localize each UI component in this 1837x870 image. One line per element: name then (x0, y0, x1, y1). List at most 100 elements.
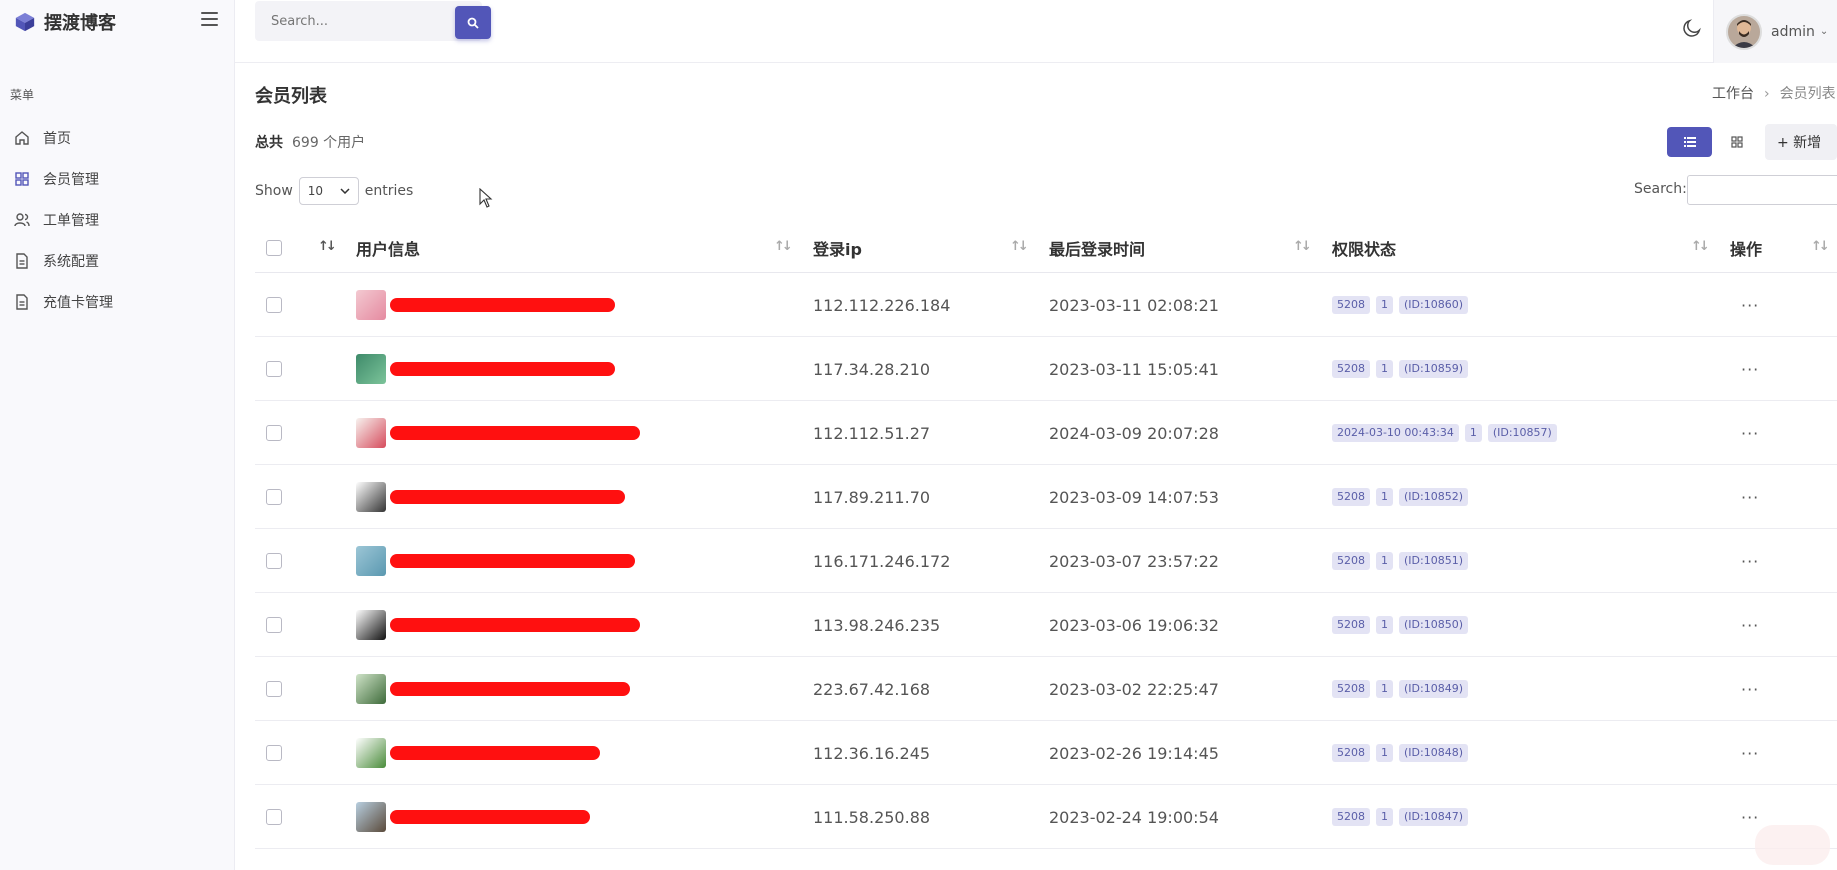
table-row[interactable]: 117.34.28.210 2023-03-11 15:05:41 5208 1 (ID… (255, 337, 1837, 401)
user-avatar (356, 546, 386, 576)
row-checkbox[interactable] (266, 489, 282, 505)
column-header-ip[interactable]: 登录ip (813, 222, 862, 273)
entries-label: entries (364, 183, 414, 199)
page-title: 会员列表 (255, 86, 327, 107)
table-row[interactable]: 113.98.246.235 2023-03-06 19:06:32 5208 1 (I… (255, 593, 1837, 657)
column-header-user[interactable]: 用户信息 (356, 222, 420, 273)
add-button[interactable]: + 新增 (1765, 124, 1837, 160)
more-actions-icon[interactable]: ··· (1741, 808, 1759, 827)
sidebar-item-home[interactable]: 首页 (0, 117, 234, 158)
grid-icon (15, 171, 29, 186)
more-actions-icon[interactable]: ··· (1741, 616, 1759, 635)
search-input[interactable] (255, 1, 435, 41)
row-checkbox[interactable] (266, 745, 282, 761)
select-all-checkbox[interactable] (266, 239, 282, 256)
total-summary: 总共 699 个用户 (255, 132, 365, 152)
table-row[interactable]: 116.171.246.172 2023-03-07 23:57:22 5208 1 (… (255, 529, 1837, 593)
sidebar: 摆渡博客 菜单 首页 会员管理 工单管理 系统配置 充值卡管理 (0, 0, 235, 870)
brand-name: 摆渡博客 (44, 13, 116, 34)
grid-view-button[interactable] (1720, 127, 1754, 157)
status-badge: 1 (1376, 616, 1393, 634)
table-row[interactable]: 117.89.211.70 2023-03-09 14:07:53 5208 1 (ID… (255, 465, 1837, 529)
more-actions-icon[interactable]: ··· (1741, 360, 1759, 379)
status-badge: 2024-03-10 00:43:34 (1332, 424, 1459, 442)
breadcrumb-separator-icon: › (1764, 86, 1770, 102)
document-icon (16, 293, 28, 310)
more-actions-icon[interactable]: ··· (1741, 488, 1759, 507)
sidebar-item-settings[interactable]: 系统配置 (0, 240, 234, 281)
actions-cell: ··· (1741, 337, 1759, 401)
column-header-permission[interactable]: 权限状态 (1332, 222, 1396, 273)
mouse-cursor-icon (479, 188, 493, 208)
brand[interactable]: 摆渡博客 (14, 10, 116, 34)
more-actions-icon[interactable]: ··· (1741, 424, 1759, 443)
column-header-actions[interactable]: 操作 (1730, 222, 1762, 273)
brand-logo-icon (15, 12, 35, 32)
row-checkbox[interactable] (266, 617, 282, 633)
login-ip-cell: 117.89.211.70 (813, 487, 931, 507)
table-body: 112.112.226.184 2023-03-11 02:08:21 5208 1 (… (255, 273, 1837, 849)
row-checkbox[interactable] (266, 809, 282, 825)
table-search-label: Search: (1634, 181, 1687, 197)
last-login-cell: 2023-03-11 02:08:21 (1049, 295, 1219, 315)
column-header-last-login[interactable]: 最后登录时间 (1049, 222, 1145, 273)
status-badge: (ID:10848) (1399, 744, 1468, 762)
sort-icon[interactable]: ↑↓ (1811, 239, 1830, 254)
list-view-button[interactable] (1667, 127, 1712, 157)
sidebar-item-tickets[interactable]: 工单管理 (0, 199, 234, 240)
more-actions-icon[interactable]: ··· (1741, 680, 1759, 699)
status-badge: (ID:10860) (1399, 296, 1468, 314)
row-checkbox[interactable] (266, 297, 282, 313)
row-checkbox[interactable] (266, 681, 282, 697)
status-badge: 5208 (1332, 808, 1370, 826)
login-ip-cell: 112.36.16.245 (813, 743, 931, 763)
status-badge: (ID:10849) (1399, 680, 1468, 698)
row-checkbox[interactable] (266, 361, 282, 377)
sort-icon[interactable]: ↑↓ (1293, 239, 1312, 254)
more-actions-icon[interactable]: ··· (1741, 744, 1759, 763)
search-icon (467, 17, 479, 29)
document-icon (16, 252, 28, 269)
page-size-select[interactable]: 10 (298, 177, 359, 205)
table-row[interactable]: 223.67.42.168 2023-03-02 22:25:47 5208 1 (ID… (255, 657, 1837, 721)
table-row[interactable]: 112.112.226.184 2023-03-11 02:08:21 5208 1 (… (255, 273, 1837, 337)
redacted-user-name (390, 682, 630, 696)
user-avatar (356, 738, 386, 768)
table-row[interactable]: 111.58.250.88 2023-02-24 19:00:54 5208 1 (ID… (255, 785, 1837, 849)
page-size-control: Show 10 entries (255, 177, 413, 205)
status-badge: 1 (1376, 552, 1393, 570)
table-row[interactable]: 112.36.16.245 2023-02-26 19:14:45 5208 1 (ID… (255, 721, 1837, 785)
table-row[interactable]: 112.112.51.27 2024-03-09 20:07:28 2024-03-… (255, 401, 1837, 465)
dark-mode-icon[interactable] (1681, 17, 1703, 39)
sort-icon[interactable]: ↑↓ (1010, 239, 1029, 254)
menu-toggle-icon[interactable] (201, 12, 218, 26)
sort-icon[interactable]: ↑↓ (1691, 239, 1710, 254)
chevron-down-icon (340, 188, 350, 194)
permission-cell: 5208 1 (ID:10859) (1332, 337, 1474, 401)
sidebar-item-label: 首页 (43, 130, 71, 147)
status-badge: 1 (1376, 360, 1393, 378)
breadcrumb-home[interactable]: 工作台 (1712, 86, 1754, 102)
permission-cell: 5208 1 (ID:10850) (1332, 593, 1474, 657)
row-checkbox[interactable] (266, 553, 282, 569)
search-button[interactable] (455, 6, 491, 39)
login-ip-cell: 116.171.246.172 (813, 551, 951, 571)
table-search-input[interactable] (1687, 175, 1837, 205)
row-checkbox[interactable] (266, 425, 282, 441)
sidebar-item-label: 系统配置 (43, 253, 99, 270)
sidebar-item-cards[interactable]: 充值卡管理 (0, 281, 234, 322)
login-ip-cell: 111.58.250.88 (813, 807, 931, 827)
redacted-user-name (390, 426, 640, 440)
more-actions-icon[interactable]: ··· (1741, 296, 1759, 315)
last-login-cell: 2023-03-09 14:07:53 (1049, 487, 1219, 507)
user-menu[interactable]: admin ⌄ (1713, 0, 1837, 63)
status-badge: 5208 (1332, 744, 1370, 762)
sort-icon[interactable]: ↑↓ (774, 239, 793, 254)
watermark-smudge (1755, 825, 1830, 865)
last-login-cell: 2023-02-24 19:00:54 (1049, 807, 1219, 827)
show-label: Show (255, 183, 293, 199)
sort-asc-icon[interactable]: ↑↓ (318, 239, 337, 254)
more-actions-icon[interactable]: ··· (1741, 552, 1759, 571)
sidebar-item-members[interactable]: 会员管理 (0, 158, 234, 199)
status-badge: 5208 (1332, 552, 1370, 570)
